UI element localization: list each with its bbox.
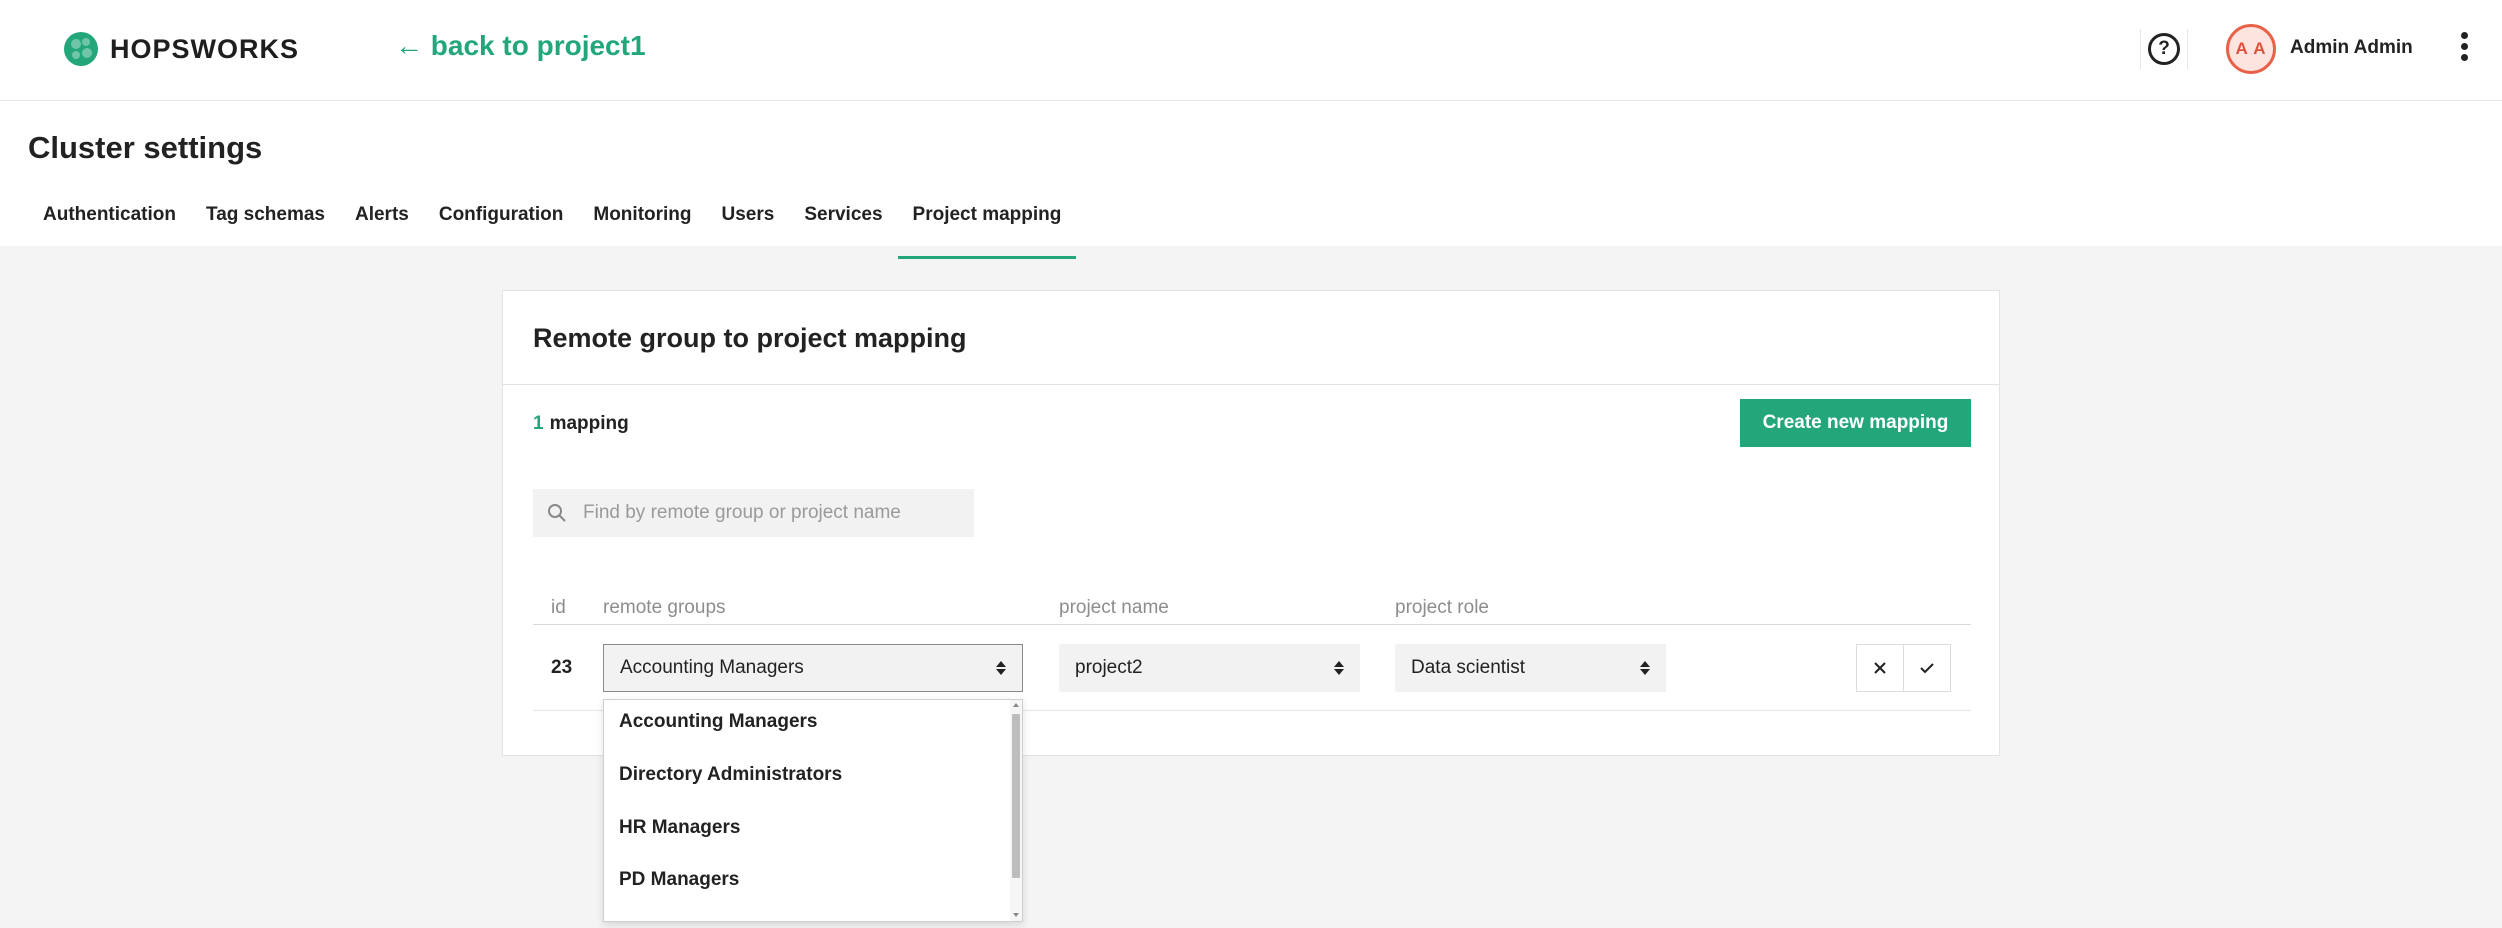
search-box — [533, 489, 974, 537]
hopsworks-logo-icon — [64, 32, 98, 66]
dropdown-option[interactable]: Accounting Managers — [619, 711, 817, 733]
divider — [503, 384, 1999, 385]
chevron-up-down-icon — [1638, 661, 1652, 675]
tab-configuration[interactable]: Configuration — [424, 197, 579, 246]
brand-name: HOPSWORKS — [110, 33, 300, 64]
check-icon — [1920, 663, 1934, 674]
table-header-divider — [533, 624, 1971, 625]
question-circle-icon: ? — [2148, 33, 2180, 65]
page-header: Cluster settings Authentication Tag sche… — [0, 101, 2502, 259]
tab-users[interactable]: Users — [707, 197, 790, 246]
mapping-count-number: 1 — [533, 413, 544, 434]
project-role-select[interactable]: Data scientist — [1395, 644, 1666, 692]
dropdown-scrollbar[interactable] — [1010, 700, 1022, 921]
project-mapping-card: Remote group to project mapping 1 mapping… — [502, 290, 2000, 756]
top-bar: HOPSWORKS ← back to project1 ? A A Admin… — [0, 0, 2502, 101]
column-header-id: id — [551, 597, 566, 618]
dropdown-option[interactable]: HR Managers — [619, 817, 740, 839]
remote-group-select-value: Accounting Managers — [620, 657, 804, 678]
search-icon — [548, 504, 566, 522]
row-id: 23 — [551, 657, 573, 678]
row-actions — [1856, 644, 1951, 692]
page-title: Cluster settings — [28, 130, 263, 165]
tab-authentication[interactable]: Authentication — [28, 197, 191, 246]
hopsworks-logo[interactable]: HOPSWORKS — [62, 30, 299, 68]
create-new-mapping-button[interactable]: Create new mapping — [1740, 399, 1971, 447]
remote-group-select[interactable]: Accounting Managers — [603, 644, 1023, 692]
mapping-count-label: mapping — [549, 413, 629, 434]
project-name-select-value: project2 — [1075, 657, 1143, 678]
mapping-count: 1 mapping — [533, 413, 629, 435]
settings-tabs: Authentication Tag schemas Alerts Config… — [28, 197, 1077, 259]
project-name-select[interactable]: project2 — [1059, 644, 1360, 692]
dropdown-option[interactable]: Directory Administrators — [619, 764, 842, 786]
avatar[interactable]: A A — [2226, 24, 2276, 74]
search-input[interactable] — [581, 501, 965, 525]
scroll-down-icon[interactable] — [1013, 913, 1019, 917]
tab-tag-schemas[interactable]: Tag schemas — [191, 197, 340, 246]
column-header-project-name: project name — [1059, 597, 1169, 618]
tab-monitoring[interactable]: Monitoring — [578, 197, 706, 246]
column-header-remote-groups: remote groups — [603, 597, 726, 618]
project-role-select-value: Data scientist — [1411, 657, 1526, 678]
close-icon — [1874, 662, 1886, 674]
confirm-button[interactable] — [1903, 645, 1950, 691]
chevron-up-down-icon — [994, 661, 1008, 675]
scroll-up-icon[interactable] — [1013, 703, 1019, 707]
tab-project-mapping[interactable]: Project mapping — [897, 197, 1077, 259]
help-button[interactable]: ? — [2140, 29, 2188, 69]
scrollbar-thumb[interactable] — [1012, 714, 1020, 878]
column-header-project-role: project role — [1395, 597, 1489, 618]
cancel-button[interactable] — [1857, 645, 1903, 691]
chevron-up-down-icon — [1332, 661, 1346, 675]
user-name[interactable]: Admin Admin — [2290, 37, 2413, 59]
remote-group-dropdown: Accounting Managers Directory Administra… — [603, 699, 1023, 922]
kebab-menu-icon[interactable] — [2454, 32, 2474, 68]
back-to-project-link[interactable]: ← back to project1 — [395, 30, 646, 62]
tab-services[interactable]: Services — [789, 197, 897, 246]
dropdown-option[interactable]: PD Managers — [619, 869, 739, 891]
tab-alerts[interactable]: Alerts — [340, 197, 424, 246]
card-title: Remote group to project mapping — [533, 323, 967, 353]
